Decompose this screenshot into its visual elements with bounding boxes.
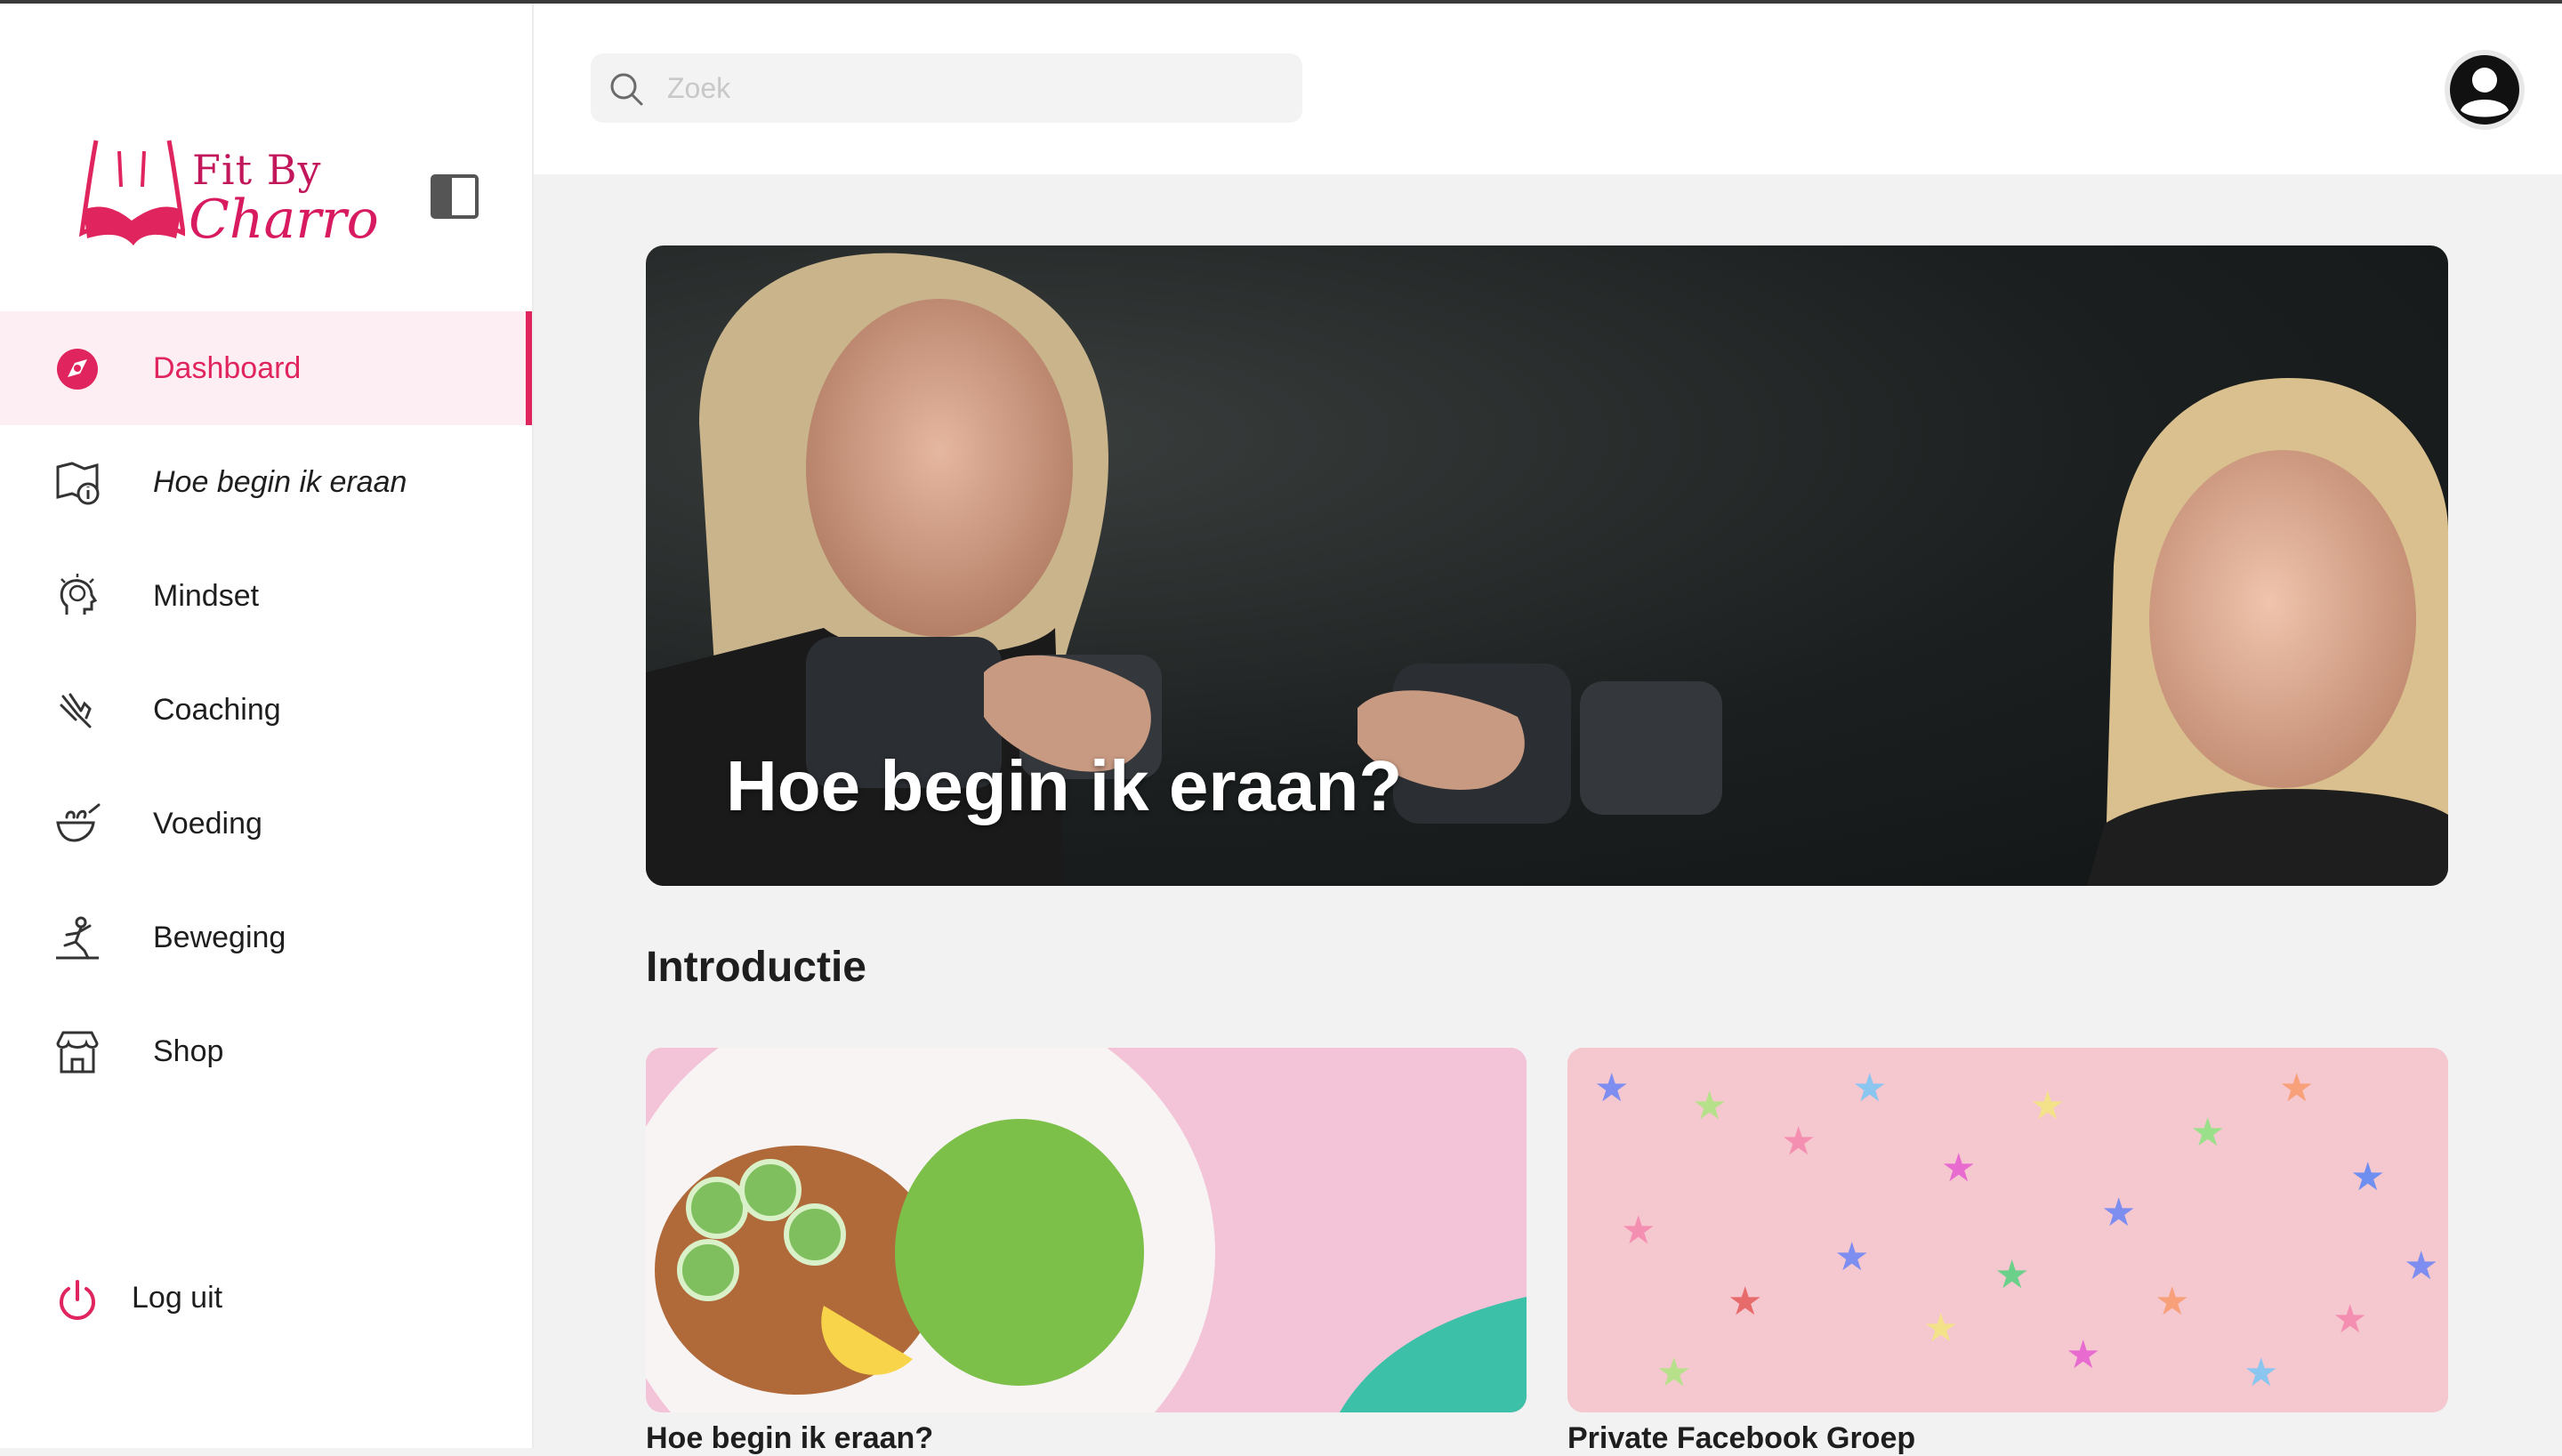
user-avatar[interactable] [2443, 48, 2526, 132]
svg-text:★: ★ [1834, 1235, 1869, 1280]
brand-logo[interactable]: Fit By Charro [78, 133, 381, 258]
food-bowl-icon [53, 800, 101, 849]
hero-banner[interactable]: Hoe begin ik eraan? [646, 245, 2448, 886]
svg-text:★: ★ [2101, 1190, 2136, 1235]
svg-text:★: ★ [2155, 1279, 2189, 1324]
svg-text:★: ★ [1621, 1208, 1656, 1253]
section-title: Introductie [646, 944, 866, 991]
svg-text:★: ★ [2190, 1110, 2225, 1155]
svg-text:★: ★ [1941, 1146, 1976, 1191]
svg-text:★: ★ [2332, 1297, 2367, 1342]
sidebar-item-label: Dashboard [153, 350, 302, 385]
coaching-hand-icon [53, 687, 101, 735]
sidebar-item-label: Hoe begin ik eraan [153, 464, 407, 499]
top-header [534, 4, 2562, 174]
svg-text:★: ★ [1781, 1119, 1816, 1164]
sidebar-item-beweging[interactable]: Beweging [0, 881, 532, 994]
card-title: Hoe begin ik eraan? [646, 1421, 934, 1455]
sidebar-item-label: Voeding [153, 806, 262, 841]
search-bar[interactable] [591, 53, 1302, 123]
exercise-person-icon [53, 914, 101, 962]
sidebar-item-label: Coaching [153, 692, 281, 727]
card-image: ★ ★ ★ ★ ★ ★ ★ ★ ★ ★ ★ ★ ★ ★ ★ ★ ★ ★ ★ ★ … [1567, 1048, 2448, 1412]
brain-head-icon [53, 573, 101, 621]
svg-text:★: ★ [1656, 1350, 1691, 1396]
svg-text:★: ★ [2244, 1350, 2278, 1396]
card-image [646, 1048, 1527, 1412]
sidebar-item-coaching[interactable]: Coaching [0, 653, 532, 767]
sidebar-item-shop[interactable]: Shop [0, 994, 532, 1108]
sidebar-item-label: Mindset [153, 578, 260, 613]
sidebar-toggle-icon [431, 174, 479, 219]
window-top-border [0, 0, 2562, 4]
dashboard-icon [53, 345, 101, 393]
svg-text:★: ★ [2066, 1332, 2100, 1378]
card-title: Private Facebook Groep [1567, 1421, 1916, 1455]
info-book-icon [53, 459, 101, 507]
svg-text:★: ★ [2279, 1066, 2314, 1111]
sidebar-nav: Dashboard Hoe begin ik eraan Mindset Coa… [0, 311, 532, 1108]
sidebar-item-hoe-begin-ik-eraan[interactable]: Hoe begin ik eraan [0, 425, 532, 539]
svg-text:★: ★ [2404, 1243, 2438, 1289]
logout-label: Log uit [132, 1281, 223, 1315]
svg-text:★: ★ [2350, 1154, 2385, 1200]
svg-text:★: ★ [2030, 1083, 2065, 1129]
search-icon [610, 73, 643, 106]
svg-text:★: ★ [1728, 1279, 1762, 1324]
shop-store-icon [53, 1028, 101, 1076]
sidebar-toggle-button[interactable] [431, 174, 479, 219]
sidebar-item-label: Shop [153, 1034, 224, 1068]
user-account-icon [2445, 50, 2525, 130]
sidebar-item-dashboard[interactable]: Dashboard [0, 311, 532, 425]
svg-text:★: ★ [1994, 1252, 2029, 1298]
hero-title: Hoe begin ik eraan? [726, 746, 1403, 825]
brand-line1: Fit By [192, 146, 322, 194]
sidebar-item-label: Beweging [153, 920, 286, 954]
svg-text:★: ★ [1594, 1066, 1629, 1111]
content-card[interactable] [646, 1048, 1527, 1412]
content-card[interactable]: ★ ★ ★ ★ ★ ★ ★ ★ ★ ★ ★ ★ ★ ★ ★ ★ ★ ★ ★ ★ … [1567, 1048, 2448, 1412]
sidebar: Fit By Charro Dashboard Hoe begin ik era… [0, 0, 534, 1448]
power-icon [53, 1277, 101, 1325]
sidebar-item-mindset[interactable]: Mindset [0, 539, 532, 653]
brand-line2: Charro [189, 189, 379, 251]
logo-figure-icon [78, 140, 185, 246]
svg-text:★: ★ [1923, 1306, 1958, 1351]
sidebar-item-voeding[interactable]: Voeding [0, 767, 532, 881]
svg-text:★: ★ [1852, 1066, 1887, 1111]
logout-button[interactable]: Log uit [0, 1242, 532, 1355]
search-input[interactable] [665, 68, 1274, 109]
svg-text:★: ★ [1692, 1083, 1727, 1129]
